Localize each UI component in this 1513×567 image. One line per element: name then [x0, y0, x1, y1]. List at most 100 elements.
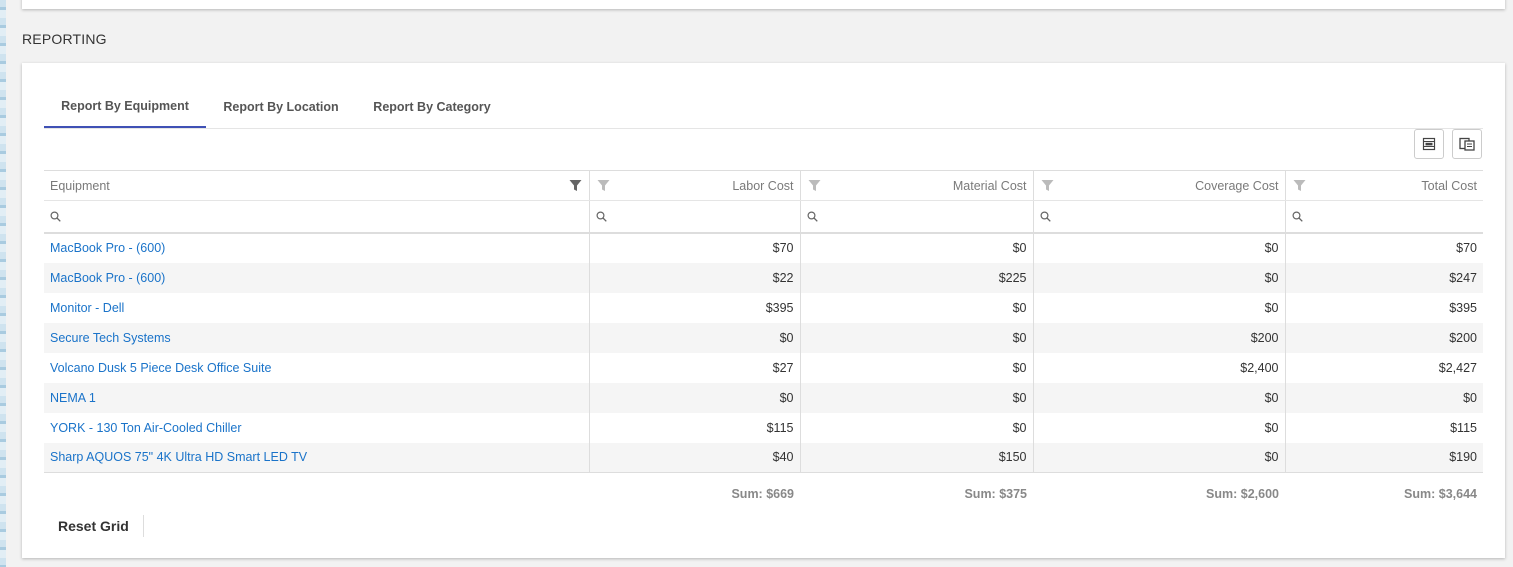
report-tabs: Report By Equipment Report By Location R… — [44, 85, 1483, 129]
filter-row-total-cost[interactable] — [1285, 200, 1483, 234]
total-cost-cell: $115 — [1450, 420, 1477, 435]
search-icon — [595, 211, 607, 223]
material-cost-cell: $150 — [800, 442, 1034, 473]
coverage-cost-cell: $0 — [1033, 232, 1286, 263]
labor-cost-cell: $27 — [589, 352, 801, 383]
coverage-cost-cell: $0 — [1033, 262, 1286, 293]
total-cost-cell: $2,427 — [1438, 360, 1477, 375]
labor-cost-cell: $70 — [589, 232, 801, 263]
total-cost-cell: $247 — [1285, 262, 1483, 293]
filter-icon[interactable] — [597, 179, 610, 192]
sum-material-cost: Sum: $375 — [964, 486, 1027, 501]
total-cost-cell: $190 — [1285, 442, 1483, 473]
equipment-link[interactable]: YORK - 130 Ton Air-Cooled Chiller — [50, 421, 242, 435]
search-icon — [50, 211, 61, 223]
table-row: Secure Tech Systems $0 $0 $200 $200 — [44, 322, 1483, 353]
equipment-report-grid: Equipment Labor Cost Material Cost Cover… — [44, 170, 1483, 515]
filter-row-equipment[interactable] — [44, 200, 590, 234]
labor-cost-cell: $22 — [589, 262, 801, 293]
sum-coverage-cost: Sum: $2,600 — [1206, 486, 1279, 501]
sum-total-cost: Sum: $3,644 — [1404, 486, 1477, 501]
coverage-cost-cell: $200 — [1033, 322, 1286, 353]
equipment-cell: NEMA 1 — [44, 382, 590, 413]
column-header-label: Labor Cost — [732, 178, 794, 193]
filter-icon[interactable] — [1293, 179, 1306, 192]
column-header-label: Material Cost — [952, 178, 1027, 193]
equipment-link[interactable]: Secure Tech Systems — [50, 331, 171, 345]
reporting-card: Report By Equipment Report By Location R… — [22, 63, 1505, 558]
material-cost-cell: $0 — [800, 382, 1034, 413]
equipment-cell: YORK - 130 Ton Air-Cooled Chiller — [44, 412, 590, 443]
search-icon — [806, 211, 818, 223]
column-header-labor-cost[interactable]: Labor Cost — [589, 170, 801, 201]
equipment-link[interactable]: MacBook Pro - (600) — [50, 271, 165, 285]
summary-equipment — [44, 473, 589, 515]
equipment-link[interactable]: NEMA 1 — [50, 391, 96, 405]
export-excel-button[interactable] — [1414, 129, 1444, 159]
filter-icon[interactable] — [808, 179, 821, 192]
labor-cost-cell: $115 — [589, 412, 801, 443]
column-chooser-icon — [1459, 137, 1475, 151]
equipment-link[interactable]: Monitor - Dell — [50, 301, 124, 315]
material-cost-cell: $225 — [800, 262, 1034, 293]
xlsx-export-icon — [1422, 137, 1436, 151]
material-cost-cell: $0 — [800, 412, 1034, 443]
table-row: NEMA 1 $0 $0 $0 $0 — [44, 382, 1483, 413]
reset-grid-button[interactable]: Reset Grid — [44, 515, 144, 537]
table-row: YORK - 130 Ton Air-Cooled Chiller $115 $… — [44, 412, 1483, 443]
equipment-cell: MacBook Pro - (600) — [44, 262, 590, 293]
equipment-link[interactable]: Volcano Dusk 5 Piece Desk Office Suite — [50, 361, 271, 375]
column-header-total-cost[interactable]: Total Cost — [1285, 170, 1483, 201]
labor-cost-cell: $395 — [589, 292, 801, 323]
total-cost-cell: $0 — [1285, 382, 1483, 413]
left-edge-strip — [0, 0, 6, 567]
material-cost-cell: $0 — [800, 322, 1034, 353]
filter-row-material-cost[interactable] — [800, 200, 1034, 234]
previous-card — [22, 0, 1505, 9]
equipment-cell: Monitor - Dell — [44, 292, 590, 323]
column-chooser-button[interactable] — [1452, 129, 1482, 159]
table-row: MacBook Pro - (600) $22 $225 $0 $247 — [44, 262, 1483, 293]
total-cost-cell: $200 — [1285, 322, 1483, 353]
search-icon — [1039, 211, 1051, 223]
column-header-equipment[interactable]: Equipment — [44, 170, 590, 201]
filter-row-coverage-cost[interactable] — [1033, 200, 1286, 234]
table-row: MacBook Pro - (600) $70 $0 $0 $70 — [44, 232, 1483, 263]
coverage-cost-cell: $2,400 — [1033, 352, 1286, 383]
equipment-cell: Secure Tech Systems — [44, 322, 590, 353]
filter-icon[interactable] — [1041, 179, 1054, 192]
equipment-cell: MacBook Pro - (600) — [44, 232, 590, 263]
total-cost-cell: $70 — [1456, 241, 1477, 255]
table-row: Monitor - Dell $395 $0 $0 $395 — [44, 292, 1483, 323]
column-header-coverage-cost[interactable]: Coverage Cost — [1033, 170, 1286, 201]
material-cost-cell: $0 — [800, 232, 1034, 263]
equipment-cell: Volcano Dusk 5 Piece Desk Office Suite — [44, 352, 590, 383]
filter-row-labor-cost[interactable] — [589, 200, 801, 234]
coverage-cost-cell: $0 — [1033, 442, 1286, 473]
tab-report-by-equipment[interactable]: Report By Equipment — [44, 85, 206, 128]
search-icon — [1291, 211, 1303, 223]
column-header-material-cost[interactable]: Material Cost — [800, 170, 1034, 201]
tab-report-by-category[interactable]: Report By Category — [356, 85, 508, 128]
table-row: Sharp AQUOS 75" 4K Ultra HD Smart LED TV… — [44, 442, 1483, 473]
equipment-link[interactable]: Sharp AQUOS 75" 4K Ultra HD Smart LED TV — [50, 450, 307, 464]
material-cost-cell: $0 — [800, 292, 1034, 323]
coverage-cost-cell: $0 — [1033, 292, 1286, 323]
column-header-label: Total Cost — [1421, 178, 1477, 193]
summary-row: Sum: $669 Sum: $375 Sum: $2,600 Sum: $3,… — [44, 473, 1483, 515]
material-cost-cell: $0 — [800, 352, 1034, 383]
coverage-cost-cell: $0 — [1033, 382, 1286, 413]
total-cost-cell: $395 — [1449, 300, 1477, 315]
tab-report-by-location[interactable]: Report By Location — [206, 85, 356, 128]
sum-labor-cost: Sum: $669 — [731, 486, 794, 501]
column-header-label: Coverage Cost — [1195, 178, 1279, 193]
table-row: Volcano Dusk 5 Piece Desk Office Suite $… — [44, 352, 1483, 383]
filter-icon[interactable] — [569, 179, 582, 192]
equipment-link[interactable]: MacBook Pro - (600) — [50, 241, 165, 255]
labor-cost-cell: $0 — [589, 382, 801, 413]
equipment-cell: Sharp AQUOS 75" 4K Ultra HD Smart LED TV — [44, 442, 590, 473]
section-title: REPORTING — [22, 31, 107, 47]
coverage-cost-cell: $0 — [1033, 412, 1286, 443]
column-header-label: Equipment — [50, 178, 110, 193]
labor-cost-cell: $0 — [589, 322, 801, 353]
